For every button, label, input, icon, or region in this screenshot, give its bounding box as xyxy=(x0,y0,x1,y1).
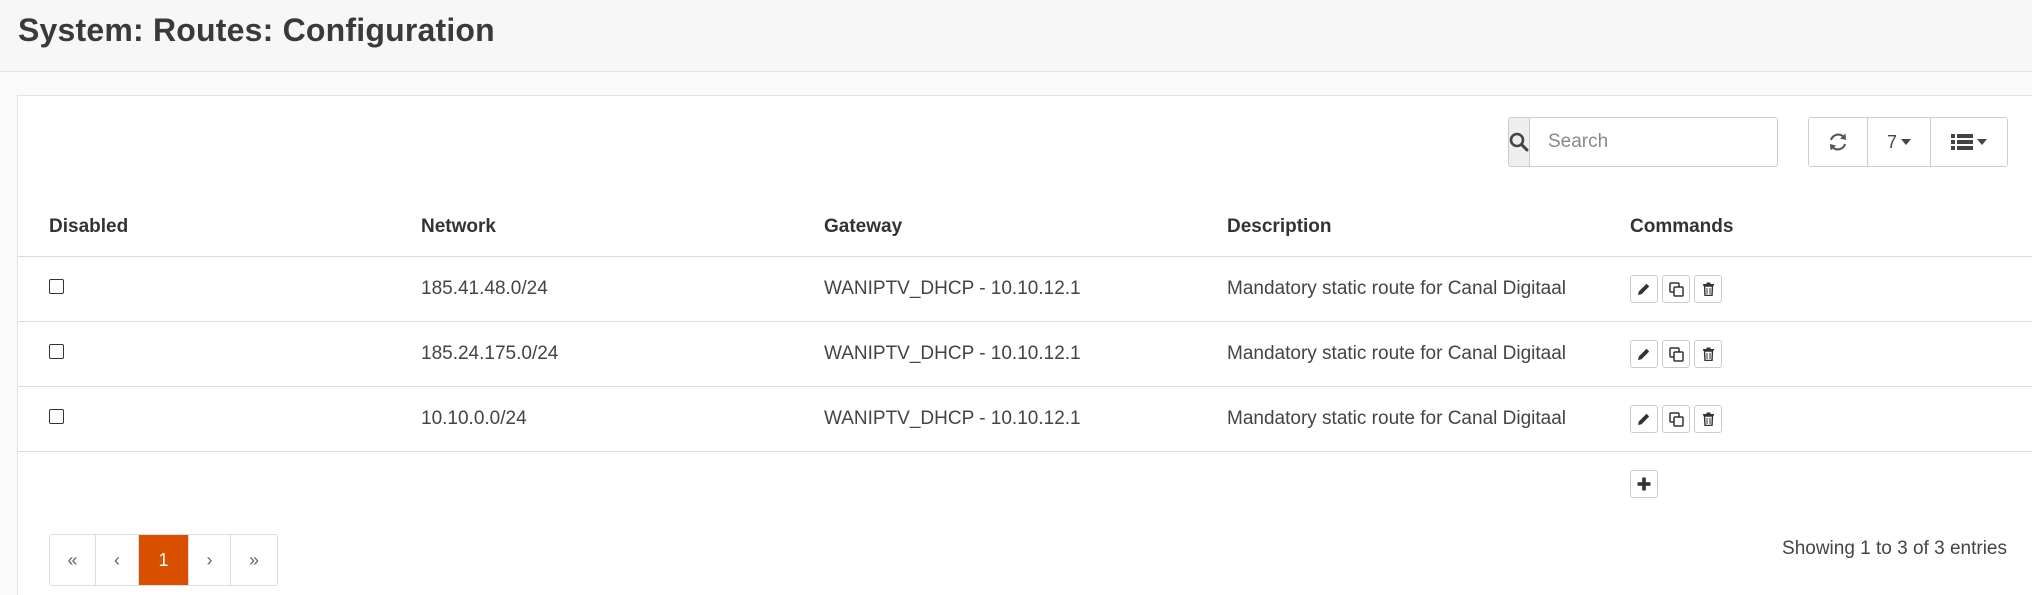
page-size-value: 7 xyxy=(1886,131,1897,152)
page-size-dropdown[interactable]: 7 xyxy=(1868,118,1931,166)
pencil-icon xyxy=(1638,348,1650,360)
caret-down-icon xyxy=(1977,139,1987,145)
search-group xyxy=(1508,117,1778,167)
column-header-gateway[interactable]: Gateway xyxy=(824,197,1227,257)
clone-button[interactable] xyxy=(1662,340,1690,368)
pencil-icon xyxy=(1638,413,1650,425)
trash-icon xyxy=(1702,347,1714,361)
copy-icon xyxy=(1668,281,1684,297)
pencil-icon xyxy=(1638,283,1650,295)
edit-button[interactable] xyxy=(1630,340,1658,368)
add-route-button[interactable] xyxy=(1630,470,1658,498)
copy-icon xyxy=(1668,346,1684,362)
table-row: 185.24.175.0/24 WANIPTV_DHCP - 10.10.12.… xyxy=(18,321,2032,387)
row-commands xyxy=(1630,340,2032,368)
columns-dropdown[interactable] xyxy=(1931,118,2007,166)
clone-button[interactable] xyxy=(1662,275,1690,303)
plus-icon xyxy=(1637,477,1651,491)
page-title: System: Routes: Configuration xyxy=(18,12,495,48)
edit-button[interactable] xyxy=(1630,405,1658,433)
table-footer-row xyxy=(18,452,2032,517)
network-cell: 185.41.48.0/24 xyxy=(421,256,824,322)
copy-icon xyxy=(1668,411,1684,427)
column-header-commands: Commands xyxy=(1630,197,2032,257)
delete-button[interactable] xyxy=(1694,275,1722,303)
pagination: « ‹ 1 › » xyxy=(49,534,278,586)
page-current-button[interactable]: 1 xyxy=(139,535,189,585)
routes-panel: 7 Disabled Network Gateway Description C… xyxy=(17,95,2032,595)
column-header-network[interactable]: Network xyxy=(421,197,824,257)
gateway-cell: WANIPTV_DHCP - 10.10.12.1 xyxy=(824,321,1227,387)
page-header: System: Routes: Configuration xyxy=(0,0,2032,72)
disabled-checkbox[interactable] xyxy=(49,409,64,424)
disabled-checkbox[interactable] xyxy=(49,344,64,359)
caret-down-icon xyxy=(1901,139,1911,145)
delete-button[interactable] xyxy=(1694,405,1722,433)
entries-info: Showing 1 to 3 of 3 entries xyxy=(1782,538,2007,559)
delete-button[interactable] xyxy=(1694,340,1722,368)
trash-icon xyxy=(1702,282,1714,296)
search-icon[interactable] xyxy=(1509,118,1530,166)
refresh-icon xyxy=(1829,133,1847,151)
network-cell: 10.10.0.0/24 xyxy=(421,386,824,452)
description-cell: Mandatory static route for Canal Digitaa… xyxy=(1227,321,1630,387)
routes-table: Disabled Network Gateway Description Com… xyxy=(18,197,2032,516)
disabled-checkbox[interactable] xyxy=(49,279,64,294)
trash-icon xyxy=(1702,412,1714,426)
description-cell: Mandatory static route for Canal Digitaa… xyxy=(1227,256,1630,322)
row-commands xyxy=(1630,275,2032,303)
column-header-disabled[interactable]: Disabled xyxy=(18,197,421,257)
description-cell: Mandatory static route for Canal Digitaa… xyxy=(1227,386,1630,452)
gateway-cell: WANIPTV_DHCP - 10.10.12.1 xyxy=(824,256,1227,322)
network-cell: 185.24.175.0/24 xyxy=(421,321,824,387)
table-header-row: Disabled Network Gateway Description Com… xyxy=(18,197,2032,257)
page-prev-button[interactable]: ‹ xyxy=(96,535,139,585)
grid-toolbar: 7 xyxy=(1808,117,2008,167)
edit-button[interactable] xyxy=(1630,275,1658,303)
column-header-description[interactable]: Description xyxy=(1227,197,1630,257)
list-icon xyxy=(1951,134,1973,150)
table-row: 10.10.0.0/24 WANIPTV_DHCP - 10.10.12.1 M… xyxy=(18,386,2032,452)
row-commands xyxy=(1630,405,2032,433)
gateway-cell: WANIPTV_DHCP - 10.10.12.1 xyxy=(824,386,1227,452)
page-first-button[interactable]: « xyxy=(50,535,96,585)
clone-button[interactable] xyxy=(1662,405,1690,433)
page-last-button[interactable]: » xyxy=(231,535,277,585)
search-input[interactable] xyxy=(1530,118,1777,166)
table-row: 185.41.48.0/24 WANIPTV_DHCP - 10.10.12.1… xyxy=(18,256,2032,322)
page-next-button[interactable]: › xyxy=(189,535,231,585)
refresh-button[interactable] xyxy=(1809,118,1868,166)
